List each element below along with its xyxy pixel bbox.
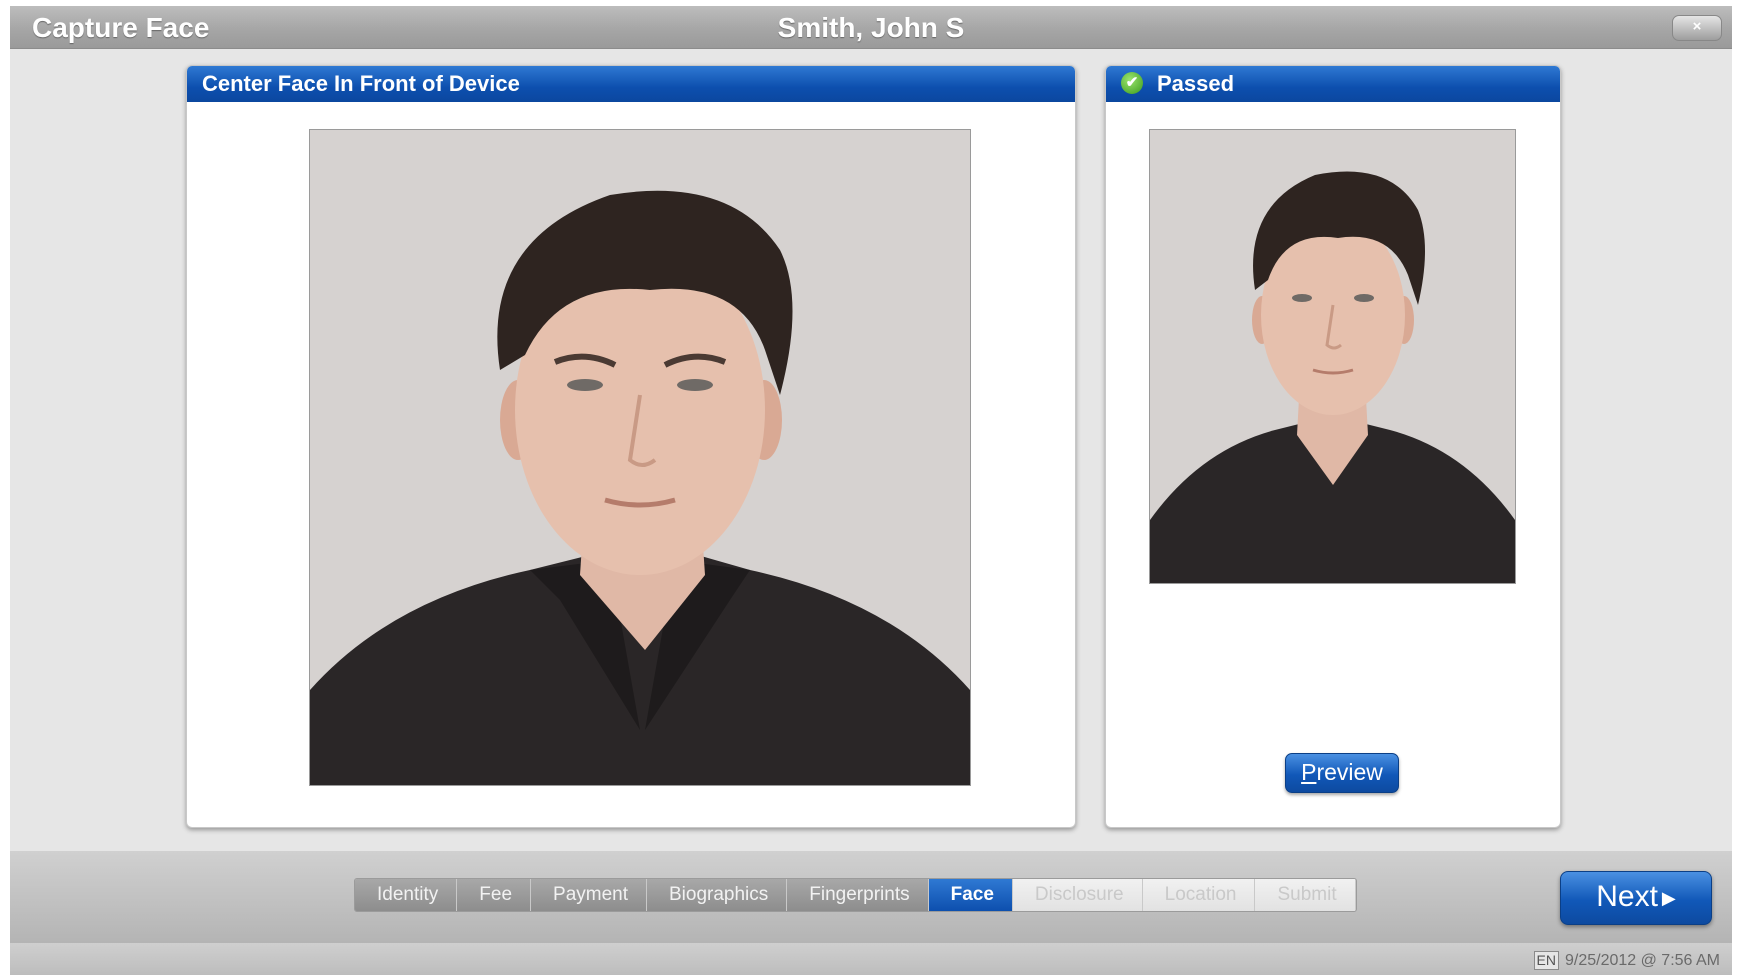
next-label: Next bbox=[1596, 880, 1658, 913]
step-face[interactable]: Face bbox=[928, 879, 1013, 911]
subject-name: Smith, John S bbox=[777, 12, 965, 43]
step-submit: Submit bbox=[1255, 879, 1356, 911]
title-bar: Capture Face Smith, John S × bbox=[10, 6, 1732, 49]
preview-button[interactable]: Preview bbox=[1285, 753, 1399, 793]
workflow-steps: Identity Fee Payment Biographics Fingerprint… bbox=[354, 878, 1357, 912]
check-icon: ✔ bbox=[1121, 72, 1143, 95]
result-panel-heading: ✔ Passed bbox=[1106, 66, 1560, 102]
step-payment[interactable]: Payment bbox=[531, 879, 647, 911]
status-info: EN 9/25/2012 @ 7:56 AM bbox=[1533, 951, 1720, 970]
result-panel: ✔ Passed Preview bbox=[1105, 65, 1561, 828]
portrait-thumbnail-graphic bbox=[1150, 130, 1515, 583]
step-fee[interactable]: Fee bbox=[457, 879, 532, 911]
step-fingerprints[interactable]: Fingerprints bbox=[787, 879, 929, 911]
step-disclosure: Disclosure bbox=[1012, 879, 1143, 911]
capture-face-window: Capture Face Smith, John S × Center Face… bbox=[10, 6, 1732, 975]
status-label: Passed bbox=[1157, 71, 1235, 96]
step-biographics[interactable]: Biographics bbox=[647, 879, 788, 911]
step-location: Location bbox=[1142, 879, 1256, 911]
captured-face-thumbnail bbox=[1149, 129, 1516, 584]
language-indicator[interactable]: EN bbox=[1533, 951, 1559, 970]
live-camera-image bbox=[309, 129, 971, 786]
portrait-graphic bbox=[310, 130, 970, 785]
close-button[interactable]: × bbox=[1672, 15, 1722, 41]
workflow-navbar: Identity Fee Payment Biographics Fingerprint… bbox=[10, 851, 1732, 943]
step-identity[interactable]: Identity bbox=[355, 879, 458, 911]
arrow-right-icon: ▶ bbox=[1661, 888, 1676, 909]
status-bar: EN 9/25/2012 @ 7:56 AM bbox=[10, 943, 1732, 975]
capture-panel: Center Face In Front of Device bbox=[186, 65, 1076, 828]
close-icon: × bbox=[1692, 18, 1702, 35]
datetime-label: 9/25/2012 @ 7:56 AM bbox=[1564, 952, 1720, 969]
next-button[interactable]: Next ▶ bbox=[1560, 871, 1712, 925]
capture-panel-heading: Center Face In Front of Device bbox=[187, 66, 1075, 102]
